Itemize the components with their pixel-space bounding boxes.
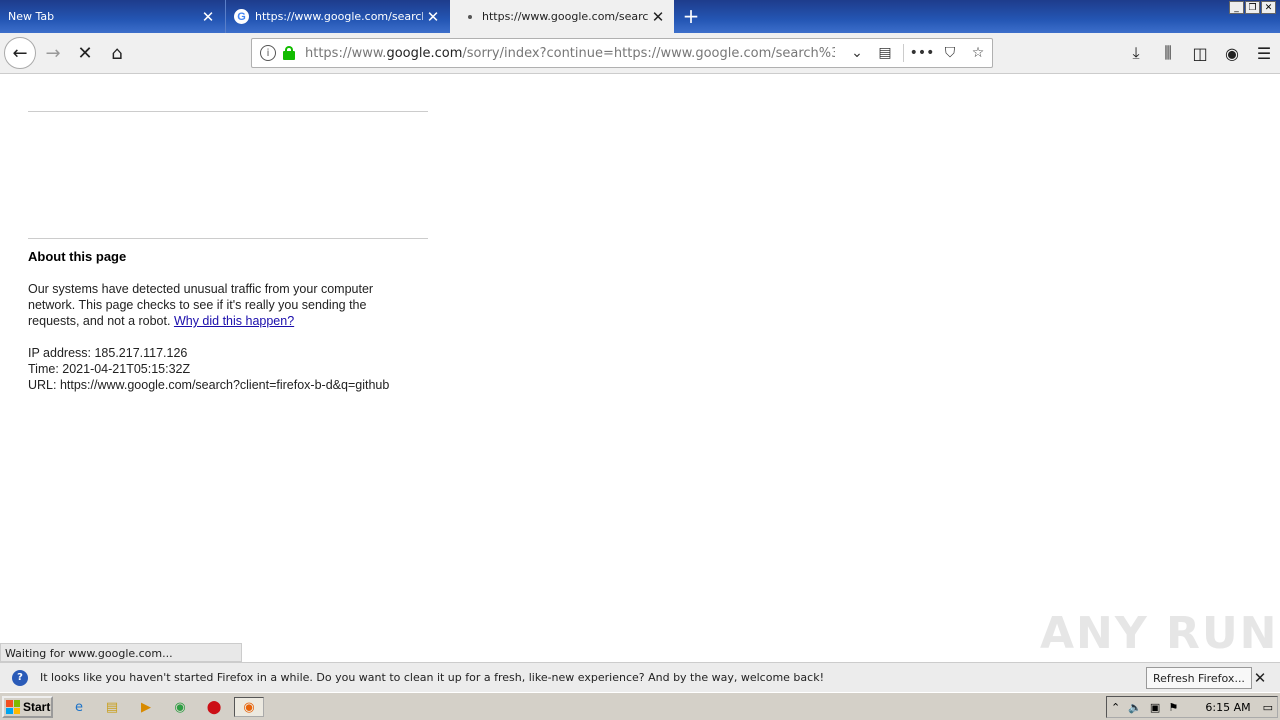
forward-button[interactable]: →	[37, 37, 69, 69]
menu-icon[interactable]: ☰	[1248, 37, 1280, 69]
url-path: /sorry/index?continue=https://www.google…	[462, 45, 835, 61]
url-actions: ⌄ ▤ ••• ⛉ ☆	[843, 39, 992, 67]
divider	[28, 238, 428, 239]
tab-label: https://www.google.com/search?c	[482, 10, 648, 23]
ie-icon[interactable]: e	[68, 697, 90, 717]
unusual-traffic-message: Our systems have detected unusual traffi…	[28, 281, 408, 329]
stop-button[interactable]: ✕	[69, 37, 101, 69]
close-icon[interactable]: ✕	[198, 7, 218, 27]
system-tray: ⌃ 🔈 ▣ ⚑ 6:15 AM ▭	[1106, 696, 1278, 718]
chrome-icon[interactable]: ◉	[169, 697, 191, 717]
tab-label: https://www.google.com/search?c	[255, 10, 423, 23]
request-details: IP address: 185.217.117.126 Time: 2021-0…	[28, 345, 389, 393]
new-tab-button[interactable]: +	[680, 4, 702, 28]
close-icon[interactable]: ✕	[1250, 667, 1270, 689]
anyrun-watermark: ANY RUN	[1040, 608, 1279, 659]
info-icon[interactable]: i	[260, 45, 276, 61]
restore-icon[interactable]: ❐	[1245, 1, 1260, 14]
google-favicon-icon: G	[234, 9, 249, 24]
start-button[interactable]: Start	[2, 696, 53, 718]
toolbar-right: ⤓ ⫼ ◫ ◉ ☰	[1120, 37, 1280, 69]
page-heading: About this page	[28, 249, 127, 264]
notification-bar: ? It looks like you haven't started Fire…	[0, 662, 1280, 692]
volume-icon[interactable]: 🔈	[1128, 701, 1142, 714]
close-icon[interactable]: ✕	[648, 7, 668, 27]
windows-logo-icon	[6, 700, 20, 714]
tab-google-sorry[interactable]: https://www.google.com/search?c ✕	[450, 0, 674, 33]
tab-google-search[interactable]: G https://www.google.com/search?c ✕	[225, 0, 449, 33]
network-icon[interactable]: ▣	[1150, 701, 1160, 714]
refresh-firefox-button[interactable]: Refresh Firefox...	[1146, 667, 1252, 689]
tab-new-tab[interactable]: New Tab ✕	[0, 0, 224, 33]
url-scheme: https://www.	[305, 45, 387, 61]
flag-icon[interactable]: ⚑	[1168, 701, 1178, 714]
more-actions-icon[interactable]: •••	[908, 39, 936, 67]
download-icon[interactable]: ⤓	[1120, 37, 1152, 69]
tab-label: New Tab	[8, 10, 55, 23]
pocket-icon[interactable]: ⛉	[936, 39, 964, 67]
account-icon[interactable]: ◉	[1216, 37, 1248, 69]
bookmark-star-icon[interactable]: ☆	[964, 39, 992, 67]
lock-icon[interactable]	[282, 46, 296, 60]
opera-icon[interactable]: ⬤	[203, 697, 225, 717]
library-icon[interactable]: ⫼	[1152, 37, 1184, 69]
close-window-icon[interactable]: ✕	[1261, 1, 1276, 14]
media-player-icon[interactable]: ▶	[135, 697, 157, 717]
status-bar: Waiting for www.google.com...	[0, 643, 242, 662]
url-host: google.com	[386, 45, 463, 61]
back-button[interactable]: ←	[4, 37, 36, 69]
clock: 6:15 AM	[1205, 700, 1251, 714]
show-desktop-icon[interactable]: ▭	[1263, 701, 1273, 714]
minimize-icon[interactable]: _	[1229, 1, 1244, 14]
chevron-up-icon[interactable]: ⌃	[1111, 701, 1120, 714]
navigation-toolbar: ← → ✕ ⌂ i https://www.google.com/sorry/i…	[0, 33, 1280, 74]
address-bar[interactable]: i https://www.google.com/sorry/index?con…	[251, 38, 993, 68]
divider	[28, 111, 428, 112]
chevron-down-icon[interactable]: ⌄	[843, 39, 871, 67]
start-label: Start	[23, 700, 51, 714]
close-icon[interactable]: ✕	[423, 7, 443, 27]
taskbar: Start e ▤ ▶ ◉ ⬤ ◉ ⌃ 🔈 ▣ ⚑ 6:15 AM ▭	[0, 692, 1280, 720]
sidebar-icon[interactable]: ◫	[1184, 37, 1216, 69]
request-url: URL: https://www.google.com/search?clien…	[28, 378, 390, 392]
home-button[interactable]: ⌂	[101, 37, 133, 69]
why-link[interactable]: Why did this happen?	[174, 314, 294, 328]
timestamp: Time: 2021-04-21T05:15:32Z	[28, 362, 191, 376]
explorer-icon[interactable]: ▤	[101, 697, 123, 717]
firefox-icon[interactable]: ◉	[234, 697, 264, 717]
tab-strip: New Tab ✕ G https://www.google.com/searc…	[0, 0, 1280, 33]
loading-icon	[468, 14, 472, 19]
url-text[interactable]: https://www.google.com/sorry/index?conti…	[305, 46, 835, 61]
window-controls: _ ❐ ✕	[1229, 1, 1276, 14]
ip-address: IP address: 185.217.117.126	[28, 346, 188, 360]
separator	[903, 44, 904, 62]
notification-text: It looks like you haven't started Firefo…	[40, 671, 824, 684]
question-icon: ?	[12, 669, 28, 686]
reader-view-icon[interactable]: ▤	[871, 39, 899, 67]
